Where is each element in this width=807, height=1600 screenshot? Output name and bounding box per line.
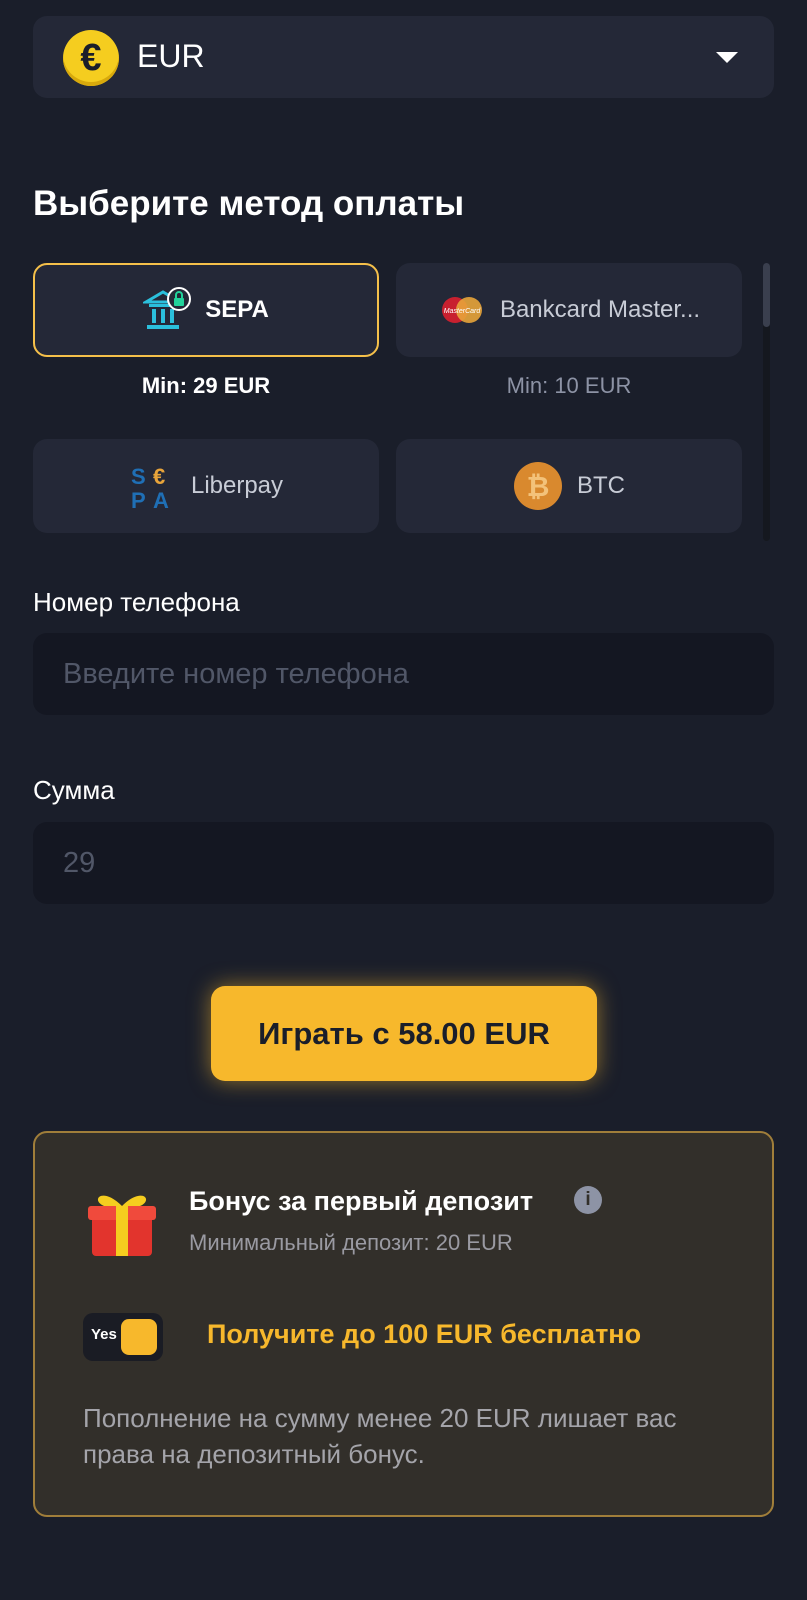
bonus-offer: Получите до 100 EUR бесплатно (207, 1319, 642, 1349)
info-icon[interactable]: i (574, 1186, 602, 1214)
euro-coin-icon: € (63, 30, 119, 86)
phone-input[interactable] (33, 633, 774, 715)
toggle-label: Yes (91, 1326, 117, 1343)
mastercard-icon: MasterCard (441, 297, 482, 323)
method-card-btc[interactable]: ₿ BTC (396, 439, 742, 533)
method-label: Liberpay (190, 472, 284, 499)
phone-label: Номер телефона (33, 587, 240, 617)
currency-label: EUR (137, 38, 205, 74)
svg-text:P: P (131, 488, 146, 510)
method-label: BTC (577, 472, 625, 499)
bonus-note: Пополнение на сумму менее 20 EUR лишает … (83, 1403, 677, 1469)
payment-method-heading: Выберите метод оплаты (33, 184, 465, 223)
method-card-sepa[interactable]: SEPA (33, 263, 379, 357)
svg-text:S: S (131, 464, 146, 489)
play-button[interactable]: Играть с 58.00 EUR (211, 986, 597, 1081)
method-label: SEPA (205, 296, 269, 323)
svg-text:MasterCard: MasterCard (444, 308, 482, 315)
amount-input[interactable] (33, 822, 774, 904)
currency-select[interactable]: € EUR (33, 16, 774, 98)
bonus-toggle[interactable]: Yes (83, 1313, 163, 1361)
svg-text:₿: ₿ (527, 471, 550, 502)
caret-down-icon[interactable] (716, 52, 738, 63)
methods-scroll-thumb[interactable] (763, 263, 770, 327)
svg-text:A: A (153, 488, 169, 510)
method-label: Bankcard Master... (499, 296, 701, 323)
method-min-sepa: Min: 29 EUR (141, 373, 271, 398)
sepa-logo-icon: S € P A (131, 464, 169, 510)
gift-icon (88, 1195, 156, 1256)
bitcoin-icon: ₿ (514, 462, 562, 510)
method-min-bankcard: Min: 10 EUR (506, 373, 632, 398)
method-card-bankcard[interactable]: MasterCard Bankcard Master... (396, 263, 742, 357)
toggle-knob (121, 1319, 157, 1355)
svg-text:€: € (153, 464, 165, 489)
bank-lock-icon (143, 287, 192, 329)
amount-label: Сумма (33, 775, 115, 805)
bonus-min-deposit: Минимальный депозит: 20 EUR (189, 1230, 513, 1255)
bonus-title: Бонус за первый депозит (189, 1186, 534, 1216)
method-card-liberpay[interactable]: S € P A Liberpay (33, 439, 379, 533)
